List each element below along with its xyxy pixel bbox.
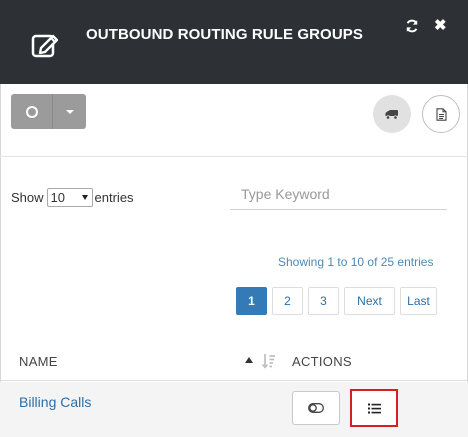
panel-header: OUTBOUND ROUTING RULE GROUPS ✖ [0, 0, 468, 84]
table-row: Billing Calls [0, 382, 468, 437]
page-2-button[interactable]: 2 [272, 287, 303, 315]
split-action-dropdown[interactable] [53, 94, 86, 129]
select-caret-icon [81, 195, 88, 200]
pagination: 1 2 3 Next Last [236, 287, 442, 315]
close-icon[interactable]: ✖ [434, 18, 447, 34]
sort-icon[interactable] [262, 353, 276, 369]
rule-group-name-link[interactable]: Billing Calls [19, 394, 91, 410]
list-icon [367, 403, 381, 413]
column-header-actions: ACTIONS [292, 354, 352, 369]
circle-icon [25, 105, 38, 118]
page-1-button[interactable]: 1 [236, 287, 267, 315]
table-header: NAME ACTIONS [0, 348, 468, 381]
entries-select-value: 10 [50, 190, 65, 205]
chevron-down-icon [65, 109, 74, 114]
last-page-button[interactable]: Last [400, 287, 437, 315]
truck-icon [385, 110, 398, 120]
next-page-button[interactable]: Next [344, 287, 395, 315]
toolbar-divider [0, 156, 468, 157]
search-input[interactable] [230, 178, 447, 210]
toggle-status-button[interactable] [292, 391, 340, 425]
view-rules-list-button[interactable] [350, 389, 398, 427]
document-icon [435, 107, 447, 121]
export-document-button[interactable] [422, 95, 460, 133]
sort-ascending-icon[interactable] [245, 357, 253, 363]
truck-button[interactable] [373, 95, 411, 133]
column-header-name[interactable]: NAME [19, 354, 58, 369]
page-3-button[interactable]: 3 [308, 287, 339, 315]
table-info: Showing 1 to 10 of 25 entries [278, 255, 434, 269]
split-action-button[interactable] [11, 94, 86, 129]
split-action-main[interactable] [11, 94, 53, 129]
show-label: Show [11, 190, 44, 205]
edit-icon [31, 34, 59, 58]
refresh-icon[interactable] [405, 19, 419, 33]
entries-length-control: Show 10 entries [11, 188, 134, 207]
entries-label: entries [94, 190, 134, 205]
page-title: OUTBOUND ROUTING RULE GROUPS [86, 26, 363, 43]
entries-select[interactable]: 10 [46, 188, 93, 207]
toggle-icon [308, 403, 324, 413]
